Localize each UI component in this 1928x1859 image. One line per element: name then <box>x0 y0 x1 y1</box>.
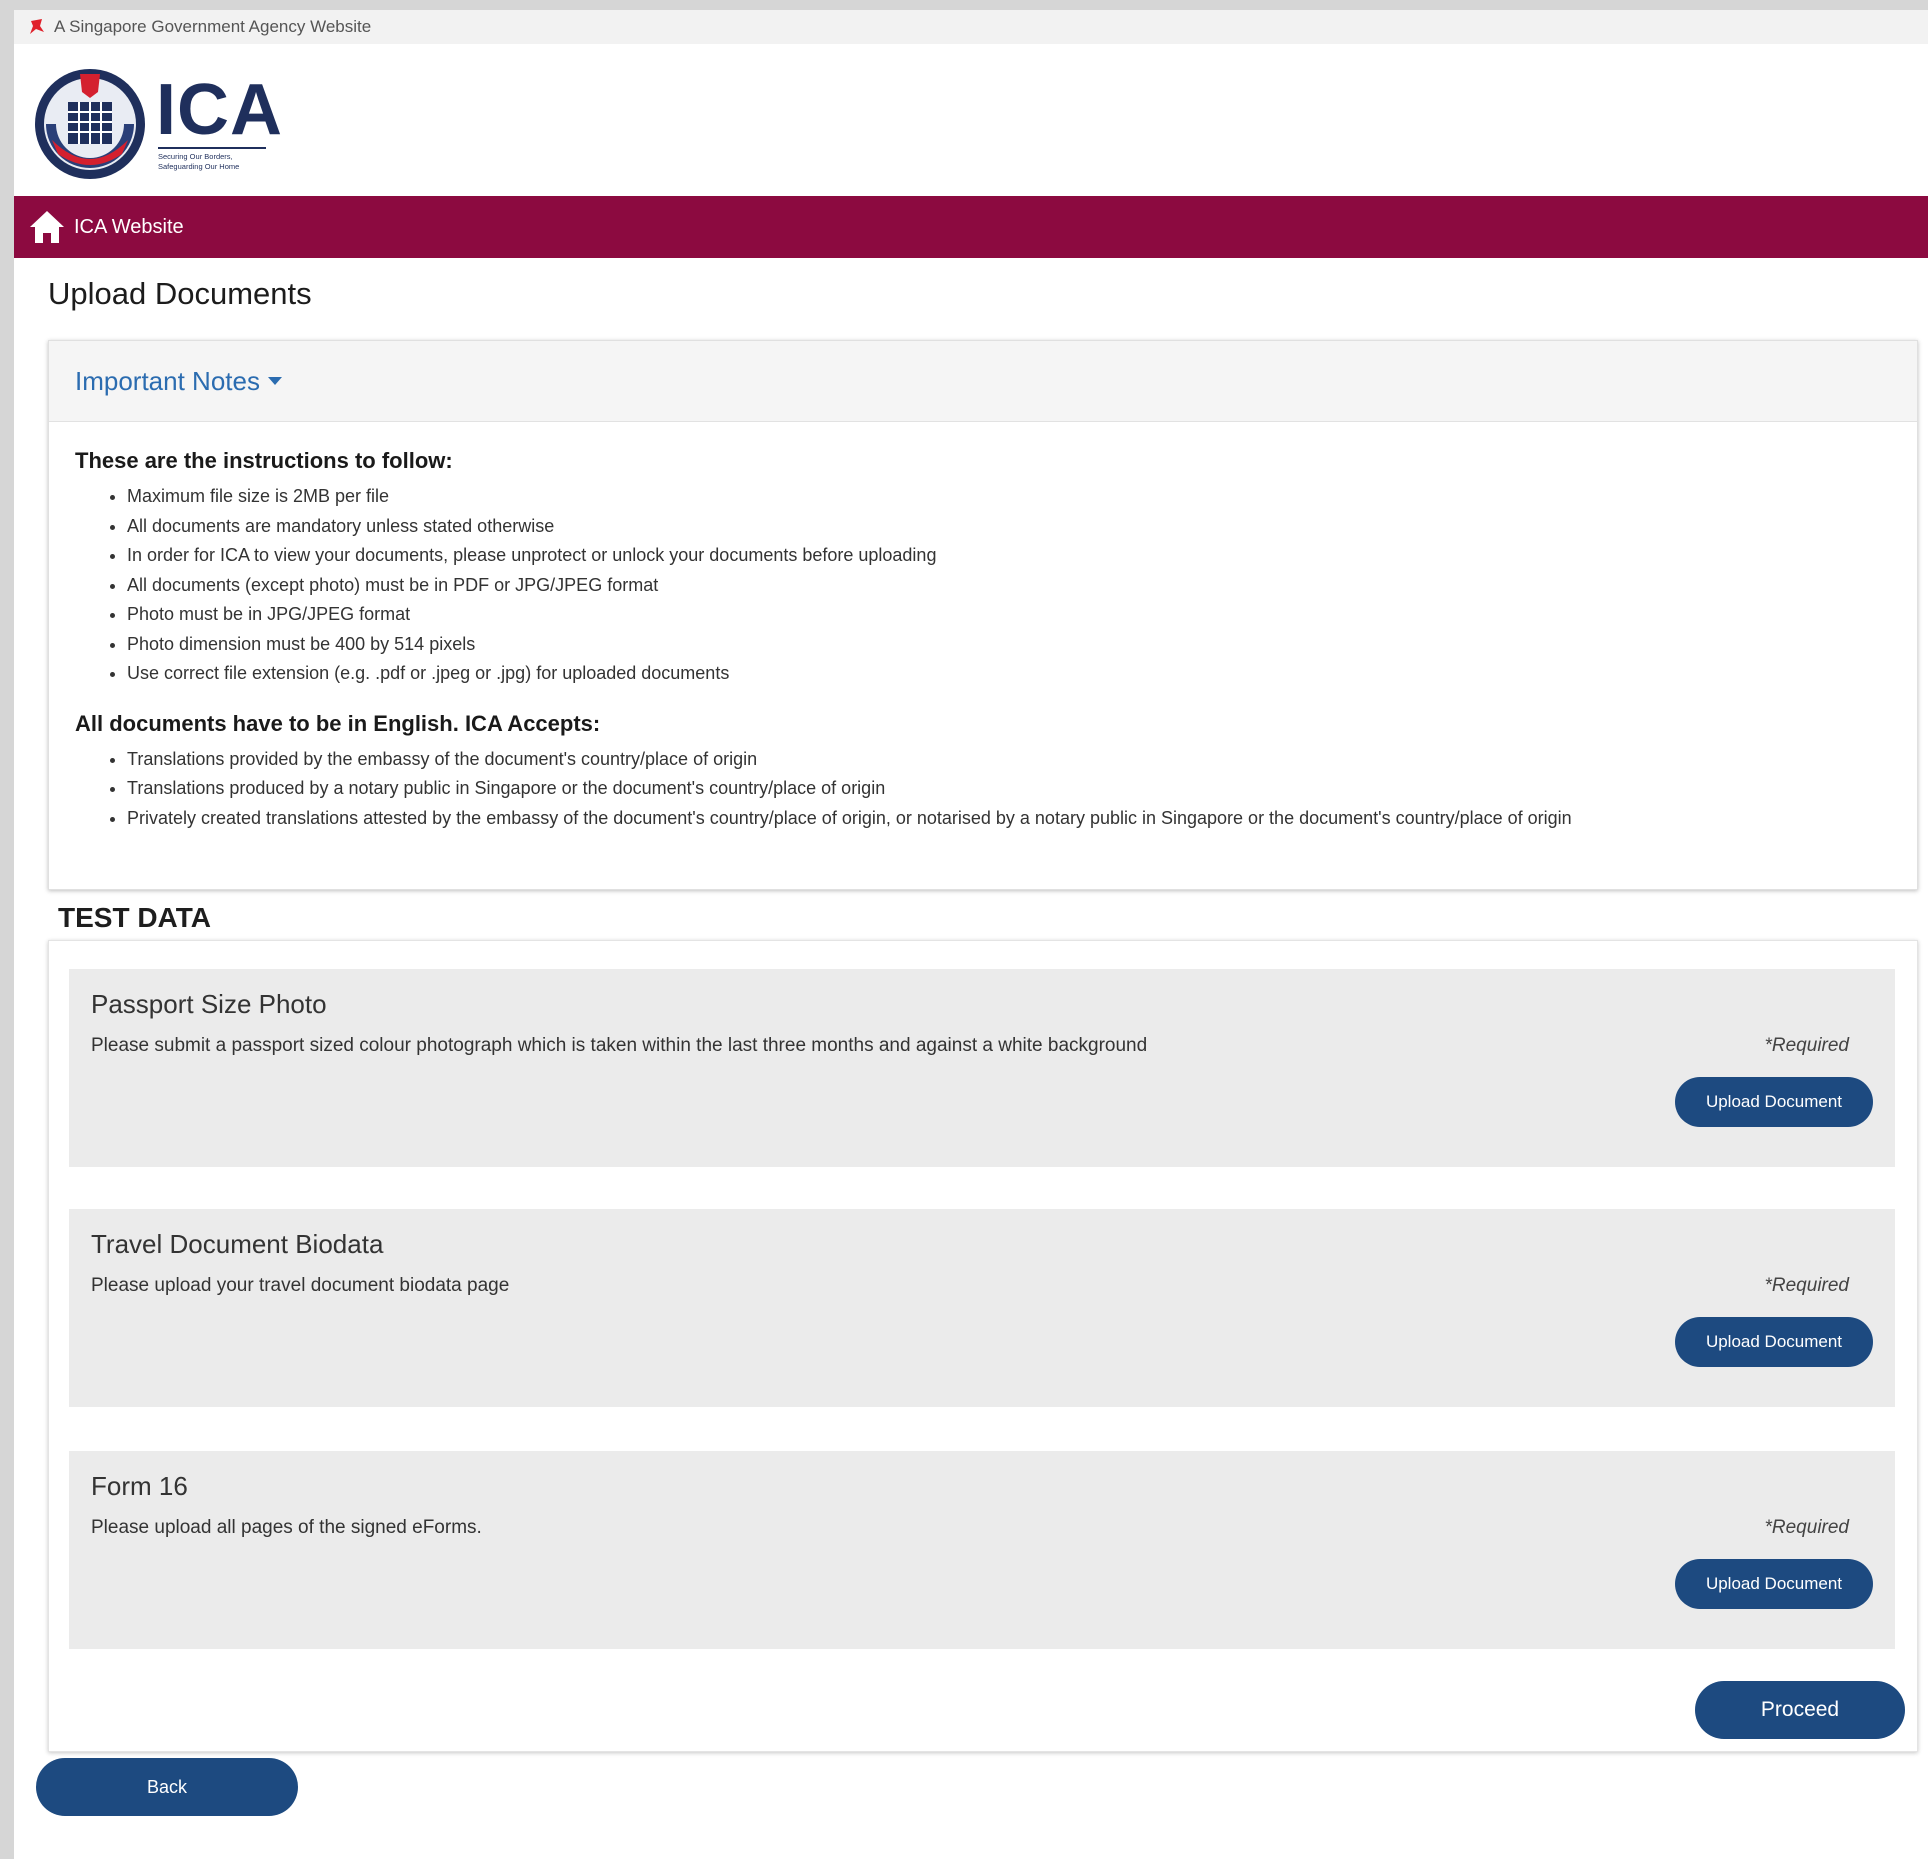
document-name: Passport Size Photo <box>91 989 327 1019</box>
document-panel-form-16: Form 16 Please upload all pages of the s… <box>69 1451 1895 1649</box>
upload-document-button[interactable]: Upload Document <box>1675 1559 1873 1609</box>
browser-page: A Singapore Government Agency Website IC… <box>14 10 1928 1859</box>
document-name: Form 16 <box>91 1471 188 1501</box>
document-description: Please submit a passport sized colour ph… <box>91 1035 1148 1056</box>
ica-crest-icon <box>35 69 145 179</box>
document-description: Please upload your travel document bioda… <box>91 1275 510 1296</box>
instruction-item: All documents (except photo) must be in … <box>127 571 1891 601</box>
upload-document-button[interactable]: Upload Document <box>1675 1317 1873 1367</box>
logo-tagline-line-1: Securing Our Borders, <box>158 152 233 161</box>
merlion-icon <box>30 19 44 34</box>
documents-card: Passport Size Photo Please submit a pass… <box>48 940 1918 1752</box>
ica-logo-text: ICA <box>156 70 283 150</box>
logo-underline <box>158 147 266 149</box>
accepted-translations-list: Translations provided by the embassy of … <box>75 745 1891 834</box>
gov-banner-text: A Singapore Government Agency Website <box>54 17 372 36</box>
required-label: *Required <box>1764 1035 1850 1056</box>
document-description: Please upload all pages of the signed eF… <box>91 1517 482 1538</box>
required-label: *Required <box>1764 1517 1850 1538</box>
proceed-button[interactable]: Proceed <box>1695 1681 1905 1739</box>
accepted-translation-item: Translations provided by the embassy of … <box>127 745 1891 775</box>
ica-website-link[interactable]: ICA Website <box>74 216 184 239</box>
page-title: Upload Documents <box>48 276 312 311</box>
nav-bar: ICA Website <box>14 196 1928 258</box>
back-button[interactable]: Back <box>36 1758 298 1816</box>
accepted-translation-item: Translations produced by a notary public… <box>127 774 1891 804</box>
document-panel-passport-photo: Passport Size Photo Please submit a pass… <box>69 969 1895 1167</box>
instruction-item: Maximum file size is 2MB per file <box>127 482 1891 512</box>
instruction-item: Use correct file extension (e.g. .pdf or… <box>127 659 1891 689</box>
instruction-item: All documents are mandatory unless state… <box>127 512 1891 542</box>
important-notes-card: Important Notes These are the instructio… <box>48 340 1918 890</box>
home-icon[interactable] <box>28 208 66 246</box>
document-panel-travel-document: Travel Document Biodata Please upload yo… <box>69 1209 1895 1407</box>
logo-tagline-line-2: Safeguarding Our Home <box>158 162 240 171</box>
instruction-item: Photo dimension must be 400 by 514 pixel… <box>127 630 1891 660</box>
instructions-list: Maximum file size is 2MB per file All do… <box>75 482 1891 689</box>
instructions-title: These are the instructions to follow: <box>75 448 453 473</box>
site-header: ICA Securing Our Borders, Safeguarding O… <box>14 44 1928 196</box>
upload-document-button[interactable]: Upload Document <box>1675 1077 1873 1127</box>
document-name: Travel Document Biodata <box>91 1229 384 1259</box>
accepted-translation-item: Privately created translations attested … <box>127 804 1891 834</box>
section-title: TEST DATA <box>58 902 211 933</box>
logo-tagline: Securing Our Borders, Safeguarding Our H… <box>158 152 278 172</box>
important-notes-toggle[interactable]: Important Notes <box>49 341 1917 422</box>
important-notes-label: Important Notes <box>75 365 260 396</box>
instruction-item: Photo must be in JPG/JPEG format <box>127 600 1891 630</box>
instruction-item: In order for ICA to view your documents,… <box>127 541 1891 571</box>
english-requirement-title: All documents have to be in English. ICA… <box>75 710 601 736</box>
important-notes-body: These are the instructions to follow: Ma… <box>49 422 1917 833</box>
gov-banner: A Singapore Government Agency Website <box>14 10 1928 44</box>
caret-down-icon <box>267 377 282 385</box>
required-label: *Required <box>1764 1275 1850 1296</box>
